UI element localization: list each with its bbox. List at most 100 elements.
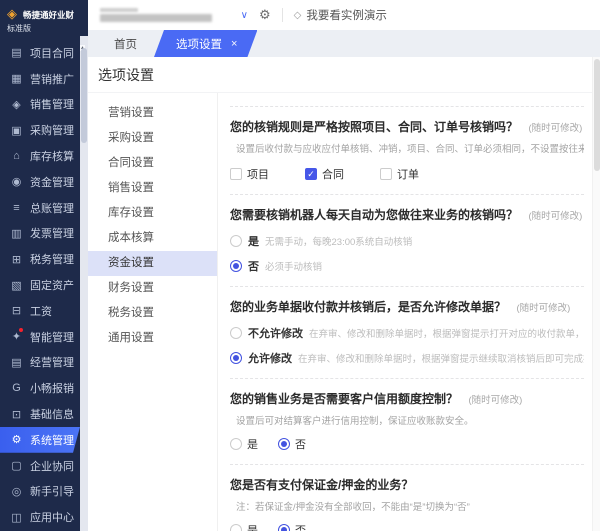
demo-link[interactable]: ◇ 我要看实例演示 — [294, 7, 387, 23]
checkbox-icon[interactable] — [230, 168, 242, 180]
sidebar-item-base-info[interactable]: ⊡基础信息 — [0, 401, 80, 427]
radio-option-yes[interactable]: 是 — [230, 436, 258, 452]
question-hint: (随时可修改) — [516, 303, 570, 314]
question-subtitle: 注：若保证金/押金没有全部收回，不能由“是”切换为“否” — [230, 499, 584, 513]
category-tax-settings[interactable]: 税务设置 — [88, 301, 217, 326]
content-area: 选项设置 营销设置 采购设置 合同设置 销售设置 库存设置 成本核算 资金设置 … — [88, 57, 600, 531]
sidebar-item-label: 智能管理 — [30, 329, 74, 345]
sidebar-scrollbar-thumb[interactable] — [81, 48, 87, 143]
sidebar-item-sales[interactable]: ◈销售管理 — [0, 92, 80, 118]
question-allow-edit-after-writeoff: 您的业务单据收付款并核销后，是否允许修改单据？ (随时可修改) 不允许修改 在弃… — [230, 287, 584, 379]
company-name-redacted — [100, 8, 235, 22]
sidebar-item-fixed-assets[interactable]: ▧固定资产 — [0, 272, 80, 298]
sidebar-item-ledger[interactable]: ≡总账管理 — [0, 195, 80, 221]
sidebar-item-funds[interactable]: ◉资金管理 — [0, 169, 80, 195]
option-label: 否 — [248, 258, 259, 274]
content-scrollbar-thumb[interactable] — [594, 59, 600, 171]
category-funds-settings[interactable]: 资金设置 — [88, 251, 217, 276]
card-icon: ⊟ — [10, 304, 23, 317]
sidebar-item-label: 应用中心 — [30, 509, 74, 525]
category-contract-settings[interactable]: 合同设置 — [88, 151, 217, 176]
app-window: ◈ 畅捷通好业财 标准版 ▤项目合同 ▦营销推广 ◈销售管理 ▣采购管理 ⌂库存… — [0, 0, 600, 531]
brand-title: 畅捷通好业财 — [23, 9, 74, 21]
question-title: 您的销售业务是否需要客户信用额度控制？ — [230, 392, 458, 406]
category-finance-settings[interactable]: 财务设置 — [88, 276, 217, 301]
checkbox-icon[interactable] — [380, 168, 392, 180]
radio-option-no[interactable]: 否 — [278, 436, 306, 452]
radio-icon[interactable] — [230, 235, 242, 247]
category-marketing-settings[interactable]: 营销设置 — [88, 101, 217, 126]
sidebar-item-beginner-guide[interactable]: ◎新手引导 — [0, 479, 80, 505]
sidebar-item-enterprise-collab[interactable]: ▢ 企业协同 — [0, 453, 80, 479]
radio-option-no[interactable]: 否 必须手动核销 — [230, 258, 584, 274]
radio-icon[interactable] — [230, 438, 242, 450]
sidebar-item-payroll[interactable]: ⊟工资 — [0, 298, 80, 324]
money-icon: ◉ — [10, 175, 23, 188]
sidebar-item-invoice[interactable]: ▥发票管理 — [0, 221, 80, 247]
radio-checked-icon[interactable] — [278, 438, 290, 450]
radio-icon[interactable] — [230, 327, 242, 339]
checkbox-option-order[interactable]: 订单 — [380, 166, 419, 182]
sidebar-item-inventory[interactable]: ⌂库存核算 — [0, 143, 80, 169]
category-general-settings[interactable]: 通用设置 — [88, 326, 217, 351]
settings-category-list: 营销设置 采购设置 合同设置 销售设置 库存设置 成本核算 资金设置 财务设置 … — [88, 93, 218, 531]
radio-option-yes[interactable]: 是 — [230, 522, 258, 531]
tab-options-settings[interactable]: 选项设置 × — [154, 30, 257, 57]
question-title: 您的核销规则是严格按照项目、合同、订单号核销吗？ — [230, 120, 518, 134]
radio-checked-icon[interactable] — [278, 524, 290, 531]
option-label: 允许修改 — [248, 350, 292, 366]
main-area: ∨ ⚙ ◇ 我要看实例演示 首页 选项设置 × 选项设置 营销设置 采购设置 — [88, 0, 600, 531]
gear-icon: ⚙ — [10, 433, 23, 446]
chevron-down-icon[interactable]: ∨ — [241, 10, 248, 21]
checkbox-option-project[interactable]: 项目 — [230, 166, 269, 182]
checkbox-checked-icon[interactable] — [305, 168, 317, 180]
option-label: 合同 — [322, 166, 344, 182]
option-label: 订单 — [397, 166, 419, 182]
sidebar-item-system-management[interactable]: ⚙ 系统管理 — [0, 427, 80, 453]
close-icon[interactable]: × — [231, 38, 237, 50]
radio-checked-icon[interactable] — [230, 352, 242, 364]
sidebar-item-tax[interactable]: ⊞税务管理 — [0, 246, 80, 272]
page-title: 选项设置 — [88, 57, 600, 93]
radio-option-yes[interactable]: 是 无需手动，每晚23:00系统自动核销 — [230, 233, 584, 249]
option-description: 必须手动核销 — [265, 259, 322, 273]
category-purchase-settings[interactable]: 采购设置 — [88, 126, 217, 151]
radio-icon[interactable] — [230, 524, 242, 531]
category-inventory-settings[interactable]: 库存设置 — [88, 201, 217, 226]
redacted-text — [100, 8, 138, 12]
question-title: 您是否有支付保证金/押金的业务？ — [230, 478, 413, 492]
settings-gear-icon[interactable]: ⚙ — [259, 7, 271, 23]
radio-option-disallow[interactable]: 不允许修改 在弃审、修改和删除单据时，根据弹窗提示打开对应的收付款单，取消核销后… — [230, 325, 584, 341]
sidebar-item-label: 企业协同 — [30, 458, 74, 474]
brand-icon: ◈ — [7, 6, 17, 22]
settings-questions: 您的核销规则是严格按照项目、合同、订单号核销吗？ (随时可修改) 设置后收付款与… — [218, 93, 600, 531]
office-icon: ▢ — [10, 459, 23, 472]
warehouse-icon: ⌂ — [10, 150, 23, 162]
option-description: 在弃审、修改和删除单据时，根据弹窗提示继续取消核销后即可完成操作 — [298, 351, 584, 365]
company-selector[interactable]: ∨ — [100, 0, 248, 30]
radio-checked-icon[interactable] — [230, 260, 242, 272]
sidebar-item-operations[interactable]: ▤经营管理 — [0, 350, 80, 376]
sidebar-item-project-contract[interactable]: ▤项目合同 — [0, 40, 80, 66]
sidebar-scrollbar[interactable]: ▲ — [80, 36, 88, 531]
sidebar-item-app-center[interactable]: ◫应用中心 — [0, 504, 80, 530]
category-sales-settings[interactable]: 销售设置 — [88, 176, 217, 201]
section-divider — [230, 93, 584, 107]
category-cost-accounting[interactable]: 成本核算 — [88, 226, 217, 251]
sidebar-item-label: 系统管理 — [30, 432, 74, 448]
checkbox-option-contract[interactable]: 合同 — [305, 166, 344, 182]
grid-icon: ⊡ — [10, 408, 23, 421]
sidebar-item-label: 营销推广 — [30, 71, 74, 87]
sidebar-item-expense[interactable]: G小畅报销 — [0, 375, 80, 401]
radio-option-no[interactable]: 否 — [278, 522, 306, 531]
content-scrollbar[interactable] — [592, 57, 600, 531]
tab-bar: 首页 选项设置 × — [88, 30, 600, 57]
radio-option-allow[interactable]: 允许修改 在弃审、修改和删除单据时，根据弹窗提示继续取消核销后即可完成操作 — [230, 350, 584, 366]
sidebar-item-smart-management[interactable]: ✦智能管理 — [0, 324, 80, 350]
topbar: ∨ ⚙ ◇ 我要看实例演示 — [88, 0, 600, 30]
sidebar-item-label: 销售管理 — [30, 96, 74, 112]
tab-home[interactable]: 首页 — [100, 30, 151, 57]
sidebar-item-purchase[interactable]: ▣采购管理 — [0, 117, 80, 143]
option-label: 是 — [247, 522, 258, 531]
sidebar-item-marketing[interactable]: ▦营销推广 — [0, 66, 80, 92]
